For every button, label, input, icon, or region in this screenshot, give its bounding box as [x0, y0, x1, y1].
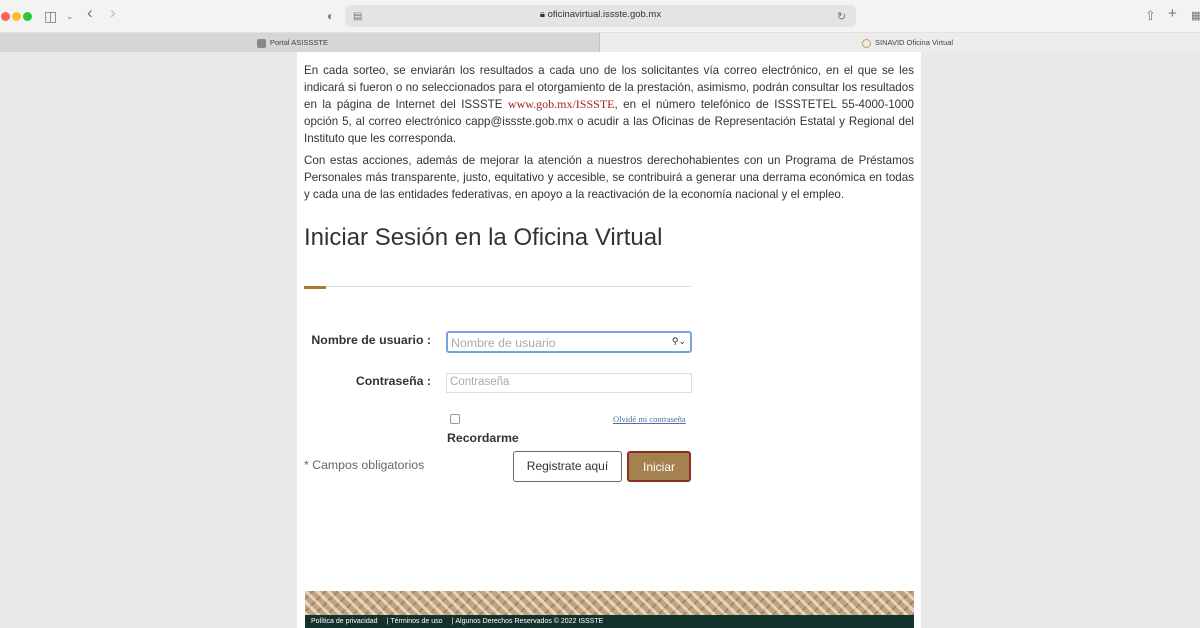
forward-icon[interactable]: › [110, 4, 116, 22]
tab-bar: Portal ASISSSTE SINAVID Oficina Virtual [0, 33, 1200, 52]
tab-sinavid[interactable]: SINAVID Oficina Virtual [600, 33, 1200, 52]
reload-icon[interactable]: ↻ [837, 8, 846, 26]
browser-toolbar: ◫ ⌄ ‹ › ◐ ▤ 🔒︎ oficinavirtual.issste.gob… [0, 0, 1200, 33]
login-title: Iniciar Sesión en la Oficina Virtual [304, 224, 663, 251]
info-paragraph-2: Con estas acciones, además de mejorar la… [304, 154, 914, 201]
zoom-window-button[interactable] [23, 12, 32, 21]
rights-text: Algunos Derechos Reservados © 2022 ISSST… [455, 618, 604, 625]
register-button[interactable]: Registrate aquí [513, 451, 622, 482]
page-content: En cada sorteo, se enviarán los resultad… [297, 52, 921, 628]
close-window-button[interactable] [1, 12, 10, 21]
terms-link[interactable]: Términos de uso [390, 618, 442, 625]
page-footer: Política de privacidad | Términos de uso | A… [305, 615, 914, 628]
shield-icon[interactable]: ◐ [327, 7, 334, 25]
address-bar[interactable]: ▤ 🔒︎ oficinavirtual.issste.gob.mx ↻ [345, 5, 856, 27]
forgot-password-link[interactable]: Olvidé mi contraseña [613, 414, 686, 424]
sinavid-favicon-icon [862, 38, 871, 48]
key-icon[interactable]: ⚲⌄ [672, 336, 686, 347]
sidebar-icon[interactable]: ◫ [44, 7, 57, 25]
password-label: Contraseña : [355, 374, 431, 388]
username-input[interactable]: Nombre de usuario ⚲⌄ [446, 331, 692, 353]
lock-icon: 🔒︎ [539, 9, 545, 20]
required-fields-note: * Campos obligatorios [304, 458, 425, 472]
share-icon[interactable]: ⇧ [1145, 7, 1156, 25]
url-text: 🔒︎ oficinavirtual.issste.gob.mx [539, 9, 662, 20]
footer-separator: | [451, 618, 454, 625]
chevron-down-icon[interactable]: ⌄ [66, 7, 74, 25]
minimize-window-button[interactable] [12, 12, 21, 21]
login-button[interactable]: Iniciar [627, 451, 691, 482]
password-input[interactable]: Contraseña [446, 373, 692, 393]
info-paragraph-1: En cada sorteo, se enviarán los resultad… [304, 64, 915, 145]
tab-portal-asissste[interactable]: Portal ASISSSTE [0, 33, 600, 52]
issste-website-link[interactable]: www.gob.mx/ISSSTE [508, 97, 615, 111]
footer-separator: | [386, 618, 389, 625]
remember-checkbox[interactable] [450, 414, 460, 424]
privacy-link[interactable]: Política de privacidad [311, 618, 378, 625]
back-icon[interactable]: ‹ [87, 4, 93, 22]
decorative-pattern-banner [305, 591, 914, 615]
new-tab-icon[interactable]: + [1168, 5, 1177, 23]
title-accent-bar [304, 286, 326, 289]
remember-label: Recordarme [447, 431, 519, 445]
username-label: Nombre de usuario : [311, 333, 431, 347]
tab-overview-icon[interactable]: ▦ [1191, 7, 1200, 25]
portal-favicon-icon [257, 38, 266, 48]
title-divider [326, 286, 691, 287]
